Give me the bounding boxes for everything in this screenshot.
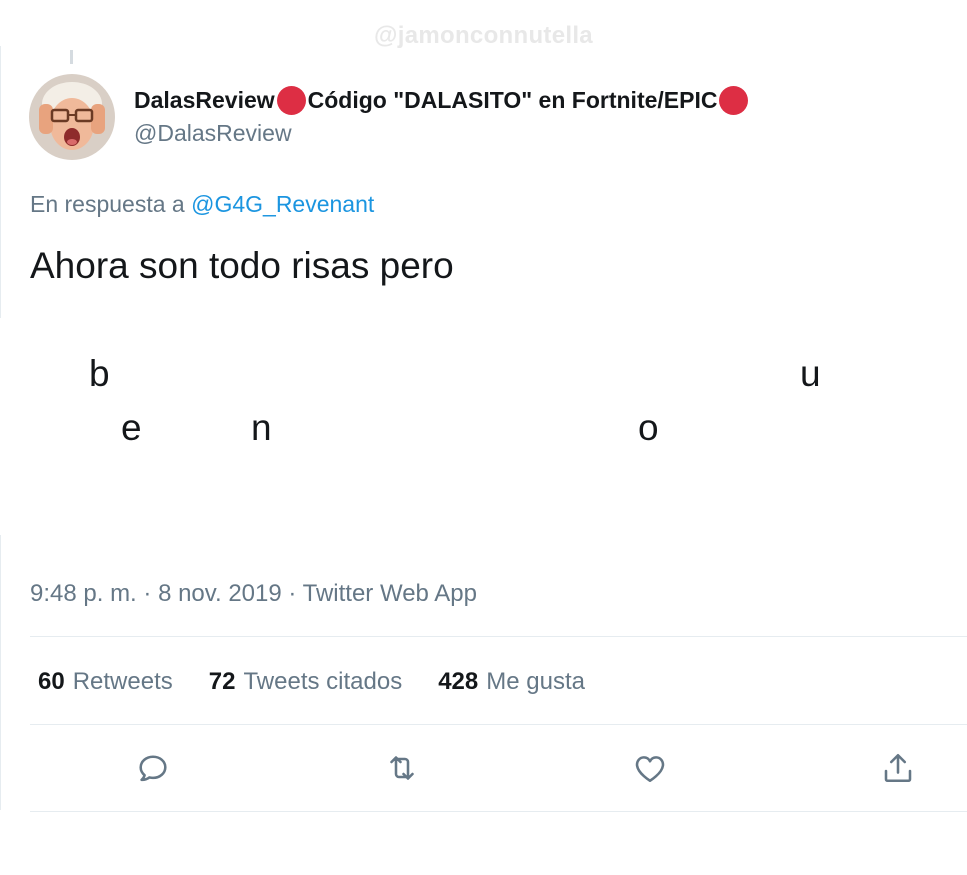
retweets-count: 60 xyxy=(38,668,65,695)
share-icon xyxy=(884,753,912,783)
red-circle-icon xyxy=(719,86,749,115)
left-border xyxy=(0,46,1,318)
red-circle-icon xyxy=(276,86,306,115)
thread-connector xyxy=(70,50,73,64)
tweet-date[interactable]: 8 nov. 2019 xyxy=(158,580,282,607)
quotes-count: 72 xyxy=(208,668,236,695)
quotes-label: Tweets citados xyxy=(243,668,403,695)
quotes-stat[interactable]: 72 Tweets citados xyxy=(209,668,402,696)
scattered-letter: u xyxy=(800,353,821,394)
left-border xyxy=(0,535,1,810)
reply-mention-link[interactable]: @G4G_Revenant xyxy=(191,191,374,217)
display-name[interactable]: DalasReview Código "DALASITO" en Fortnit… xyxy=(134,86,750,115)
display-name-text: DalasReview xyxy=(134,87,275,113)
user-handle[interactable]: @DalasReview xyxy=(134,120,292,147)
divider xyxy=(30,636,967,637)
likes-stat[interactable]: 428 Me gusta xyxy=(438,668,585,696)
likes-count: 428 xyxy=(438,668,479,695)
tweet-source[interactable]: Twitter Web App xyxy=(303,580,477,607)
scattered-letter: b xyxy=(89,353,110,394)
avatar-image xyxy=(29,74,115,160)
engagement-stats: 60 Retweets 72 Tweets citados 428 Me gusta xyxy=(38,668,585,696)
likes-label: Me gusta xyxy=(486,668,585,695)
meta-separator: · xyxy=(136,580,159,607)
heart-icon xyxy=(635,756,665,783)
reply-prefix: En respuesta a xyxy=(30,191,192,217)
watermark: @jamonconnutella xyxy=(374,22,593,49)
reply-button[interactable] xyxy=(133,748,173,788)
scattered-letter: e xyxy=(121,407,142,448)
reply-context: En respuesta a @G4G_Revenant xyxy=(30,191,374,218)
divider xyxy=(30,724,967,725)
display-name-tagline: Código "DALASITO" en Fortnite/EPIC xyxy=(307,87,718,113)
retweets-stat[interactable]: 60 Retweets xyxy=(38,668,173,696)
retweet-icon xyxy=(390,756,414,780)
scattered-letter: n xyxy=(251,407,272,448)
scattered-letter: o xyxy=(638,407,659,448)
tweet-metadata: 9:48 p. m. · 8 nov. 2019 · Twitter Web A… xyxy=(30,580,477,608)
tweet-time[interactable]: 9:48 p. m. xyxy=(30,580,137,607)
retweets-label: Retweets xyxy=(72,668,173,695)
avatar[interactable] xyxy=(29,74,115,160)
tweet-text: Ahora son todo risas pero xyxy=(30,245,454,286)
reply-icon xyxy=(139,755,167,782)
meta-separator: · xyxy=(281,580,303,607)
like-button[interactable] xyxy=(630,748,670,788)
retweet-button[interactable] xyxy=(382,748,422,788)
divider xyxy=(30,811,967,812)
share-button[interactable] xyxy=(878,748,918,788)
